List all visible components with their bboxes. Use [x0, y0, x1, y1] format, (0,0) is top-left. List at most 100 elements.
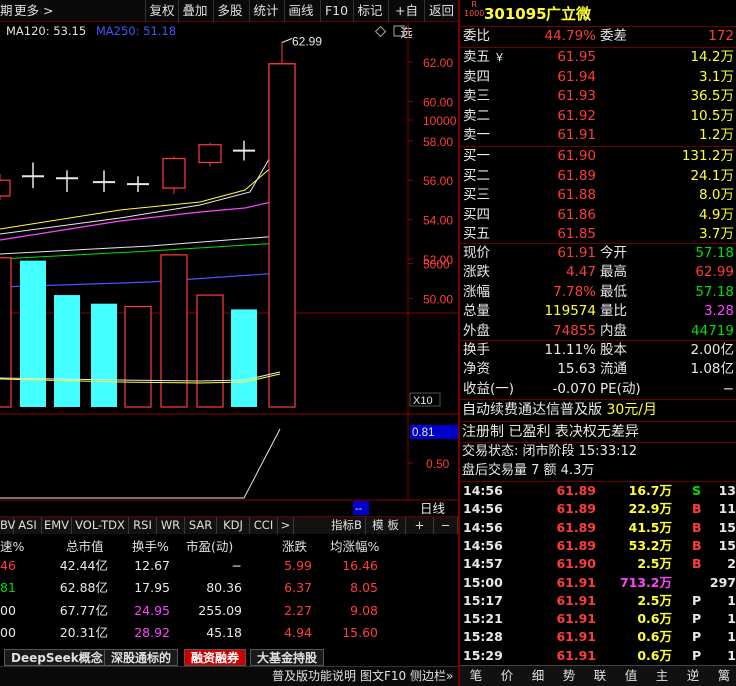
table-row[interactable]: 00 20.31亿 28.92 45.18 4.94 15.60 — [0, 622, 458, 644]
table-cell: 46 — [0, 558, 16, 573]
stat-label: 最低 — [600, 283, 627, 300]
detail-tab[interactable]: 细 — [526, 666, 550, 686]
sector-tab[interactable]: 融资融券 — [184, 649, 247, 666]
toolbar-item[interactable]: F10 — [320, 0, 352, 22]
tick-row[interactable]: 15:17 61.91 2.5万 P 1 — [460, 592, 736, 610]
indicator-tab[interactable]: WR — [157, 517, 185, 534]
ask-row[interactable]: 卖五 ￥ 61.95 14.2万 — [460, 48, 736, 68]
ask-row[interactable]: 卖四 61.94 3.1万 — [460, 68, 736, 88]
table-row[interactable]: 00 67.77亿 24.95 255.09 2.27 9.08 — [0, 600, 458, 622]
ask-row[interactable]: 卖一 61.91 1.2万 — [460, 126, 736, 146]
indicator-tick-label: 0.50 — [426, 457, 450, 471]
indicator-tab[interactable]: ASI — [14, 517, 42, 534]
toolbar-item[interactable]: 统计 — [249, 0, 282, 22]
feature-help-link[interactable]: 普及版功能说明 — [272, 667, 356, 686]
tick-time: 14:56 — [463, 537, 503, 553]
ma10-line — [0, 139, 281, 235]
column-header[interactable]: 速% — [0, 536, 24, 555]
column-header[interactable]: 涨跌 — [282, 536, 307, 555]
tick-row[interactable]: 15:21 61.91 0.6万 P 1 — [460, 610, 736, 628]
indicator-tab[interactable]: 模 板 — [366, 517, 406, 534]
detail-tab[interactable]: 联 — [588, 666, 612, 686]
detail-tab[interactable]: 篱 — [712, 666, 736, 686]
toolbar-item[interactable]: +自选 — [388, 0, 424, 40]
indicator-tab[interactable]: 指标B — [328, 517, 366, 534]
ask-row[interactable]: 卖二 61.92 10.5万 — [460, 107, 736, 127]
bid-row[interactable]: 买四 61.86 4.9万 — [460, 206, 736, 226]
bid-row[interactable]: 买一 61.90 131.2万 — [460, 147, 736, 167]
tick-row[interactable]: 14:56 61.89 16.7万 S 13 — [460, 482, 736, 500]
column-header[interactable]: 市盈(动) — [186, 536, 233, 555]
table-cell: 20.31亿 — [59, 624, 108, 640]
ask-price: 61.91 — [557, 127, 596, 144]
indicator-tab[interactable]: KDJ — [217, 517, 250, 534]
fundamental-label: 流通 — [600, 361, 627, 378]
toolbar-item[interactable]: 复权 — [145, 0, 178, 22]
sidebar-toggle[interactable]: 侧边栏» — [410, 667, 453, 686]
tick-row[interactable]: 15:28 61.91 0.6万 P 1 — [460, 628, 736, 646]
bid-row[interactable]: 买二 61.89 24.1万 — [460, 167, 736, 187]
indicator-tab[interactable]: BV — [0, 517, 15, 534]
candle — [22, 162, 44, 189]
maximize-icon[interactable] — [393, 25, 405, 37]
detail-tab[interactable]: 笔 — [464, 666, 488, 686]
indicator-tab[interactable]: > — [278, 517, 294, 534]
tick-row[interactable]: 14:56 61.89 41.5万 B 15 — [460, 519, 736, 537]
kline-chart[interactable]: 62.0060.0058.0056.0054.0052.0050.0062.99… — [0, 22, 458, 520]
indicator-tab[interactable]: VOL-TDX — [72, 517, 129, 534]
toolbar-item[interactable]: 标记 — [353, 0, 386, 22]
f10-link[interactable]: 图文F10 — [360, 667, 406, 686]
toolbar-item[interactable]: 叠加 — [178, 0, 211, 22]
indicator-tab[interactable]: SAR — [185, 517, 217, 534]
ma-legend: MA120: 53.15 MA250: 51.18 — [6, 24, 182, 38]
stock-title: R 1000 301095 广立微 — [460, 0, 736, 25]
stat-label: 涨跌 — [463, 264, 490, 281]
table-row[interactable]: 81 62.88亿 17.95 80.36 6.37 8.05 — [0, 577, 458, 599]
detail-tab[interactable]: 值 — [619, 666, 643, 686]
toolbar-item[interactable]: 更多 > — [14, 0, 56, 22]
toolbar-item[interactable]: 多股 — [213, 0, 246, 22]
tick-row[interactable]: 14:57 61.90 2.5万 B 2 — [460, 555, 736, 573]
ask-row[interactable]: 卖三 61.93 36.5万 — [460, 87, 736, 107]
toolbar-item[interactable]: 画线 — [284, 0, 317, 22]
indicator-tab[interactable]: + — [406, 517, 434, 534]
fundamental-value: 1.08亿 — [690, 361, 734, 378]
candle — [162, 156, 186, 194]
volume-bar — [160, 254, 188, 408]
detail-tab[interactable]: 势 — [557, 666, 581, 686]
toolbar-item[interactable]: 返回 — [424, 0, 458, 22]
tick-volume: 0.6万 — [637, 611, 672, 627]
tick-row[interactable]: 14:56 61.89 53.2万 B 15 — [460, 537, 736, 555]
tick-price: 61.91 — [556, 592, 596, 608]
column-header[interactable]: 换手% — [132, 536, 169, 555]
bid-row[interactable]: 买三 61.88 8.0万 — [460, 186, 736, 206]
tick-row[interactable]: 15:00 61.91 713.2万 297 — [460, 574, 736, 592]
detail-tab[interactable]: 价 — [495, 666, 519, 686]
after-hours-trade: 盘后交易量 7 额 4.3万 — [462, 463, 595, 478]
detail-tab[interactable]: 主 — [650, 666, 674, 686]
tick-row[interactable]: 15:29 61.91 0.6万 P 1 — [460, 647, 736, 665]
tick-row[interactable]: 14:56 61.89 22.9万 B 11 — [460, 500, 736, 518]
candle — [233, 140, 255, 161]
column-header[interactable]: 总市值 — [66, 536, 104, 555]
indicator-tab[interactable]: − — [434, 517, 458, 534]
tick-volume: 713.2万 — [619, 574, 672, 590]
detail-tab[interactable]: 逆 — [681, 666, 705, 686]
diamond-icon[interactable] — [374, 25, 387, 38]
ask-volume: 14.2万 — [690, 49, 734, 65]
promo-banner[interactable]: 自动续费通达信普及版 30元/月 — [462, 400, 736, 420]
table-row[interactable]: 46 42.44亿 12.67 − 5.99 16.46 — [0, 555, 458, 577]
stat-row: 总量 119574 量比 3.28 — [460, 302, 736, 322]
tick-count: 1 — [727, 592, 736, 608]
sector-tab[interactable]: 大基金持股 — [250, 649, 325, 666]
stat-label: 总量 — [463, 303, 490, 320]
column-header[interactable]: 均涨幅% — [330, 536, 379, 555]
table-cell: 8.05 — [350, 580, 378, 596]
indicator-tab[interactable]: RSI — [129, 517, 157, 534]
sector-tab[interactable]: 深股通标的 — [104, 649, 179, 666]
indicator-tab[interactable]: EMV — [42, 517, 72, 534]
sector-tab[interactable]: DeepSeek概念 — [4, 649, 110, 666]
ask-label: 卖三 — [463, 88, 490, 105]
bid-label: 买一 — [463, 148, 490, 164]
indicator-tab[interactable]: CCI — [250, 517, 278, 534]
